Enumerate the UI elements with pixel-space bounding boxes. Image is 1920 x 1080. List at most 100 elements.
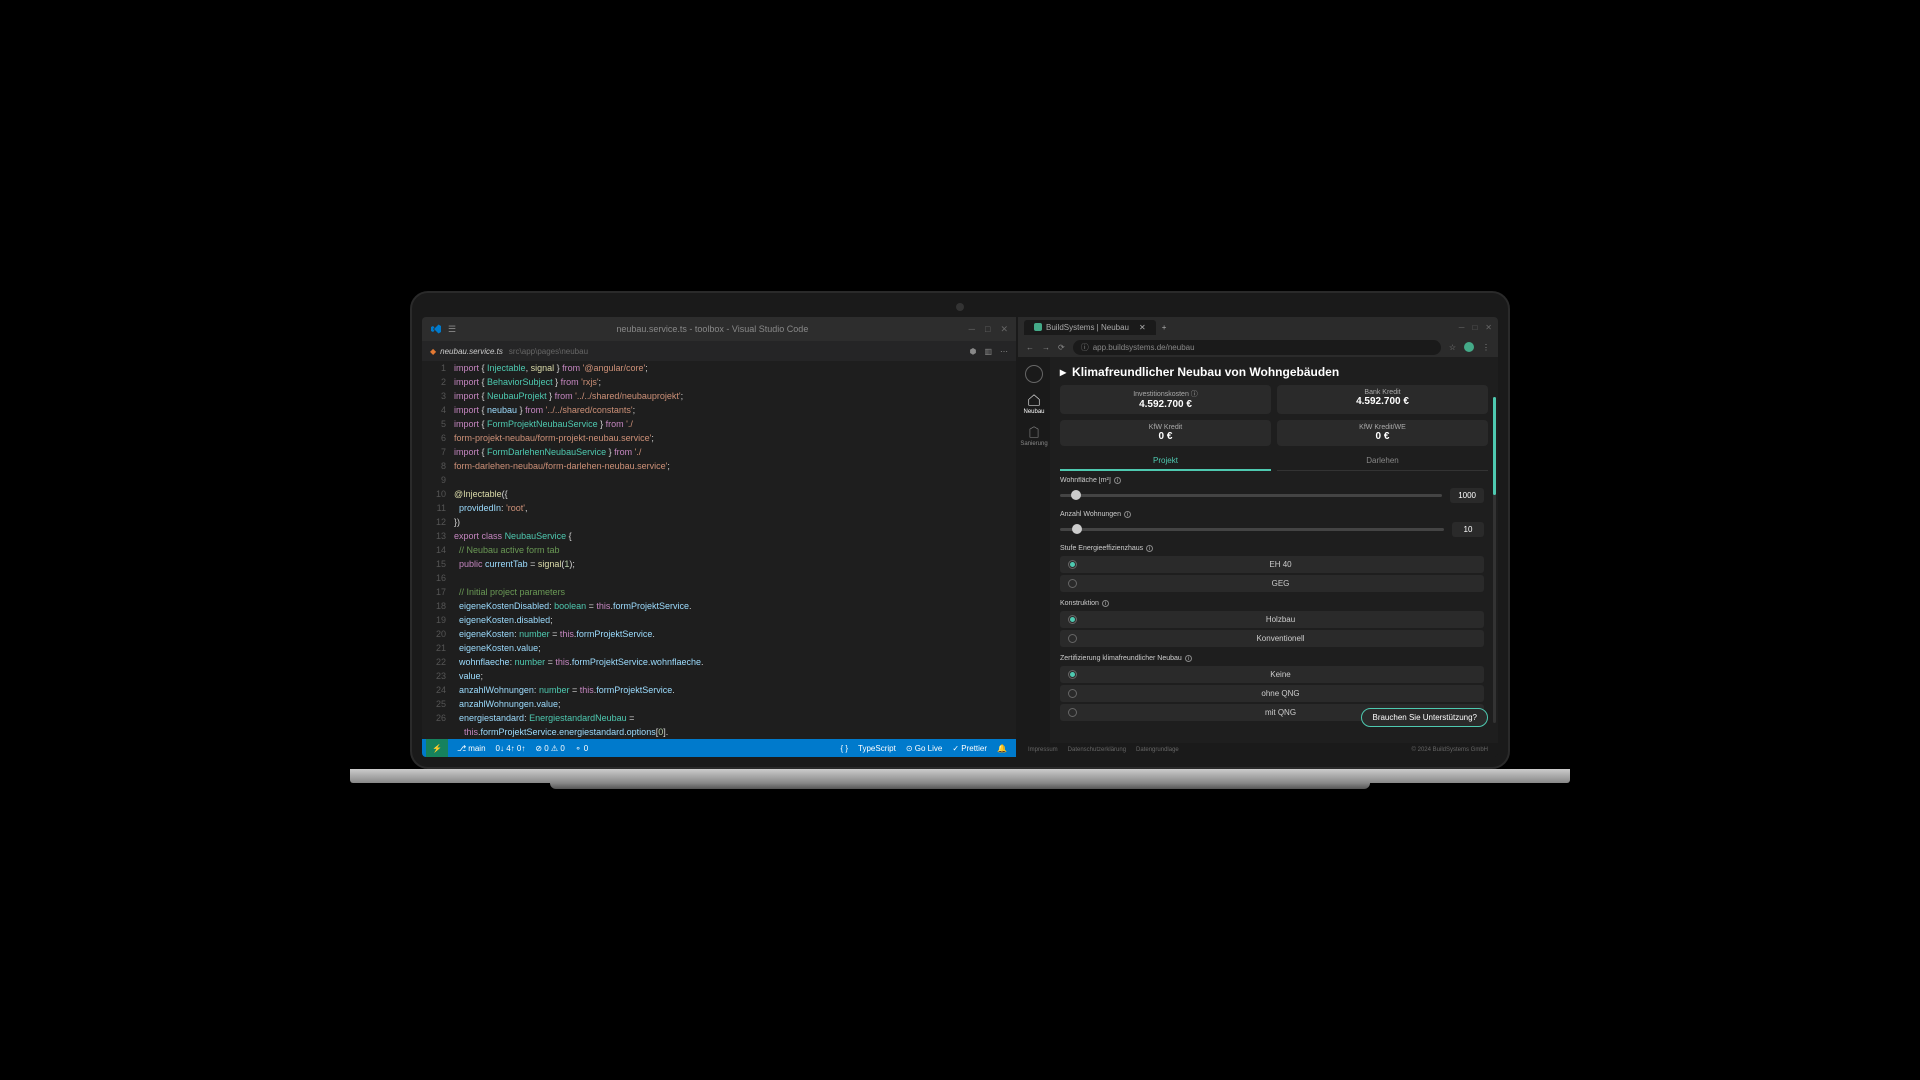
browser-menu-icon[interactable]: ⋮ xyxy=(1482,343,1490,352)
radio-button-icon xyxy=(1068,560,1077,569)
tab-path: src\app\pages\neubau xyxy=(509,347,588,356)
radio-option[interactable]: GEG xyxy=(1060,575,1484,592)
footer-copyright: © 2024 BuildSystems GmbH xyxy=(1412,747,1488,753)
chevron-right-icon: ▸ xyxy=(1060,365,1066,379)
form-area: Wohnfläche [m²] i1000Anzahl Wohnungen i1… xyxy=(1060,477,1488,735)
language-mode[interactable]: TypeScript xyxy=(858,744,896,753)
side-nav: Neubau Sanierung xyxy=(1018,357,1050,743)
window-title: neubau.service.ts - toolbox - Visual Stu… xyxy=(456,324,969,334)
close-button[interactable]: ✕ xyxy=(1000,324,1008,335)
kpi-grid: Investitionskosten ⓘ4.592.700 €Bank Kred… xyxy=(1060,385,1488,446)
branch-status[interactable]: ⎇ main xyxy=(457,744,486,753)
laptop-base xyxy=(350,769,1570,783)
info-icon[interactable]: i xyxy=(1185,655,1192,662)
problems-status[interactable]: ⊘ 0 ⚠ 0 xyxy=(535,744,564,753)
code-editor[interactable]: 1234567891011121314151617181920212223242… xyxy=(422,361,1016,739)
kpi-card: Bank Kredit4.592.700 € xyxy=(1277,385,1488,414)
info-icon[interactable]: i xyxy=(1102,600,1109,607)
back-button[interactable]: ← xyxy=(1026,343,1034,352)
browser-close[interactable]: ✕ xyxy=(1485,323,1492,332)
reload-button[interactable]: ⟳ xyxy=(1058,343,1065,352)
tab-filename[interactable]: neubau.service.ts xyxy=(440,347,503,356)
braces-icon[interactable]: { } xyxy=(840,744,848,753)
browser-tab-bar: BuildSystems | Neubau ✕ + ─ □ ✕ xyxy=(1018,317,1498,337)
status-bar: ⚡ ⎇ main 0↓ 4↑ 0↑ ⊘ 0 ⚠ 0 ⚬ 0 { } TypeSc… xyxy=(422,739,1016,757)
new-tab-button[interactable]: + xyxy=(1162,323,1167,332)
main-panel: ▸ Klimafreundlicher Neubau von Wohngebäu… xyxy=(1050,357,1498,743)
forward-button[interactable]: → xyxy=(1042,343,1050,352)
radio-option[interactable]: ohne QNG xyxy=(1060,685,1484,702)
menu-icon[interactable]: ☰ xyxy=(448,324,456,335)
info-icon[interactable]: i xyxy=(1124,511,1131,518)
slider-value[interactable]: 10 xyxy=(1452,522,1484,537)
nav-sanierung[interactable]: Sanierung xyxy=(1020,425,1047,447)
radio-button-icon xyxy=(1068,670,1077,679)
radio-option[interactable]: EH 40 xyxy=(1060,556,1484,573)
close-tab-icon[interactable]: ✕ xyxy=(1139,323,1146,332)
kpi-card: KfW Kredit/WE0 € xyxy=(1277,420,1488,446)
go-live-button[interactable]: ⊙ Go Live xyxy=(906,744,943,753)
kpi-card: KfW Kredit0 € xyxy=(1060,420,1271,446)
building-icon xyxy=(1027,425,1041,439)
radio-option[interactable]: Holzbau xyxy=(1060,611,1484,628)
info-icon[interactable]: i xyxy=(1114,477,1121,484)
file-icon: ◆ xyxy=(430,347,436,356)
vscode-icon xyxy=(430,323,442,335)
kpi-card: Investitionskosten ⓘ4.592.700 € xyxy=(1060,385,1271,414)
more-icon[interactable]: ⋯ xyxy=(1000,347,1008,356)
help-button[interactable]: Brauchen Sie Unterstützung? xyxy=(1361,708,1488,727)
vscode-window: ☰ neubau.service.ts - toolbox - Visual S… xyxy=(422,317,1016,757)
form-tabs: Projekt Darlehen xyxy=(1060,452,1488,471)
profile-icon[interactable] xyxy=(1464,342,1474,352)
browser-minimize[interactable]: ─ xyxy=(1459,323,1465,332)
radio-button-icon xyxy=(1068,689,1077,698)
app-logo[interactable] xyxy=(1025,365,1043,383)
star-icon[interactable]: ☆ xyxy=(1449,343,1456,352)
sync-status[interactable]: 0↓ 4↑ 0↑ xyxy=(496,744,526,753)
footer-impressum[interactable]: Impressum xyxy=(1028,747,1058,753)
remote-button[interactable]: ⚡ xyxy=(426,739,448,757)
lock-icon: ⓘ xyxy=(1081,342,1089,353)
browser-window: BuildSystems | Neubau ✕ + ─ □ ✕ ← → ⟳ ⓘ … xyxy=(1018,317,1498,757)
radio-option[interactable]: Keine xyxy=(1060,666,1484,683)
address-bar-row: ← → ⟳ ⓘ app.buildsystems.de/neubau ☆ ⋮ xyxy=(1018,337,1498,357)
radio-button-icon xyxy=(1068,634,1077,643)
scroll-indicator[interactable] xyxy=(1493,397,1496,723)
info-icon[interactable]: i xyxy=(1146,545,1153,552)
slider-input[interactable] xyxy=(1060,494,1442,497)
url-input[interactable]: ⓘ app.buildsystems.de/neubau xyxy=(1073,340,1441,355)
radio-button-icon xyxy=(1068,708,1077,717)
camera-dot xyxy=(956,303,964,311)
footer-privacy[interactable]: Datenschutzerklärung xyxy=(1068,747,1126,753)
radio-field: Stufe Energieeffizienzhaus iEH 40GEG xyxy=(1060,545,1484,592)
copilot-icon[interactable]: ⬢ xyxy=(969,347,976,356)
home-icon xyxy=(1027,393,1041,407)
app-content: Neubau Sanierung ▸ Klimafreundlicher Neu… xyxy=(1018,357,1498,743)
footer-data[interactable]: Datengrundlage xyxy=(1136,747,1179,753)
editor-tab-bar: ◆ neubau.service.ts src\app\pages\neubau… xyxy=(422,341,1016,361)
maximize-button[interactable]: □ xyxy=(985,324,990,335)
favicon xyxy=(1034,323,1042,331)
slider-input[interactable] xyxy=(1060,528,1444,531)
radio-option[interactable]: Konventionell xyxy=(1060,630,1484,647)
prettier-status[interactable]: ✓ Prettier xyxy=(952,744,987,753)
radio-button-icon xyxy=(1068,615,1077,624)
page-title: ▸ Klimafreundlicher Neubau von Wohngebäu… xyxy=(1060,365,1488,379)
ports-status[interactable]: ⚬ 0 xyxy=(575,744,588,753)
browser-maximize[interactable]: □ xyxy=(1472,323,1477,332)
laptop-foot xyxy=(550,783,1370,789)
tab-projekt[interactable]: Projekt xyxy=(1060,452,1271,471)
minimize-button[interactable]: ─ xyxy=(969,324,975,335)
radio-button-icon xyxy=(1068,579,1077,588)
slider-value[interactable]: 1000 xyxy=(1450,488,1484,503)
slider-field: Wohnfläche [m²] i1000 xyxy=(1060,477,1484,503)
split-icon[interactable]: ▥ xyxy=(984,347,992,356)
nav-neubau[interactable]: Neubau xyxy=(1023,393,1044,415)
notifications-icon[interactable]: 🔔 xyxy=(997,744,1007,753)
app-footer: Impressum Datenschutzerklärung Datengrun… xyxy=(1018,743,1498,757)
slider-field: Anzahl Wohnungen i10 xyxy=(1060,511,1484,537)
tab-darlehen[interactable]: Darlehen xyxy=(1277,452,1488,471)
vscode-titlebar: ☰ neubau.service.ts - toolbox - Visual S… xyxy=(422,317,1016,341)
laptop-frame: ☰ neubau.service.ts - toolbox - Visual S… xyxy=(410,291,1510,789)
browser-tab[interactable]: BuildSystems | Neubau ✕ xyxy=(1024,320,1156,335)
